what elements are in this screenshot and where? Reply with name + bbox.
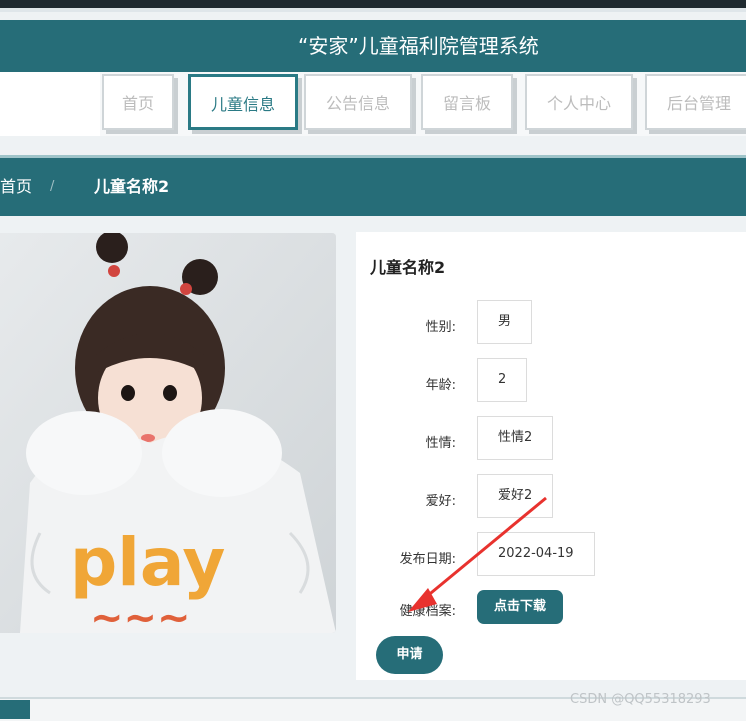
child-name: 儿童名称2 [370, 258, 446, 277]
publish-date-value: 2022-04-19 [477, 532, 595, 576]
temperament-label: 性情: [425, 436, 456, 451]
age-value: 2 [477, 358, 528, 402]
site-title: “安家”儿童福利院管理系统 [298, 34, 539, 58]
apply-button[interactable]: 申请 [376, 636, 443, 674]
download-button[interactable]: 点击下载 [477, 590, 563, 624]
svg-text:~~~: ~~~ [90, 595, 191, 633]
child-detail-panel: 儿童名称2 性别: 男 年龄: 2 性情: 性情2 爱好: 爱好2 发布日期: … [356, 232, 746, 680]
browser-top-bar [0, 0, 746, 12]
nav-announcements[interactable]: 公告信息 [304, 74, 412, 130]
health-record-label: 健康档案: [399, 604, 456, 619]
publish-date-label: 发布日期: [399, 552, 456, 567]
hobby-label: 爱好: [425, 494, 456, 509]
footer-tab [0, 700, 30, 719]
child-photo: play ~~~ [0, 233, 336, 633]
hobby-value: 爱好2 [477, 474, 554, 518]
child-photo-illustration: play ~~~ [0, 233, 336, 633]
nav-message-board[interactable]: 留言板 [421, 74, 513, 130]
main-nav: 首页 儿童信息 公告信息 留言板 个人中心 后台管理 [0, 72, 746, 136]
nav-logo-area [0, 72, 100, 136]
breadcrumb-separator: / [50, 179, 55, 194]
breadcrumb: 首页 / 儿童名称2 [0, 155, 746, 216]
nav-admin[interactable]: 后台管理 [645, 74, 746, 130]
site-header: “安家”儿童福利院管理系统 [0, 20, 746, 72]
nav-home[interactable]: 首页 [102, 74, 174, 130]
temperament-value: 性情2 [477, 416, 554, 460]
csdn-watermark: CSDN @QQ55318293 [570, 692, 711, 707]
breadcrumb-home[interactable]: 首页 [0, 158, 32, 216]
gender-label: 性别: [425, 320, 456, 335]
breadcrumb-current: 儿童名称2 [94, 177, 170, 196]
nav-children-info[interactable]: 儿童信息 [188, 74, 298, 130]
gender-value: 男 [477, 300, 533, 344]
shirt-print: play [70, 524, 225, 601]
age-label: 年龄: [425, 378, 456, 393]
nav-personal-center[interactable]: 个人中心 [525, 74, 633, 130]
